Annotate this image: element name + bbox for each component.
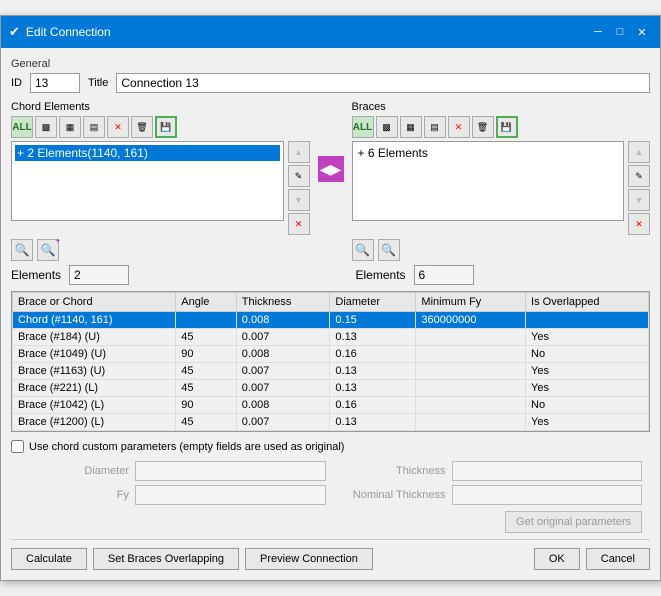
thickness-label: Thickness [336, 465, 446, 477]
chord-edit-button[interactable]: ✎ [288, 165, 310, 187]
calculate-button[interactable]: Calculate [11, 548, 87, 570]
braces-select4-button[interactable]: ✕ [448, 116, 470, 138]
ok-button[interactable]: OK [534, 548, 580, 570]
braces-up-button[interactable]: ▲ [628, 141, 650, 163]
chord-list-item[interactable]: + 2 Elements(1140, 161) [15, 145, 280, 161]
set-braces-button[interactable]: Set Braces Overlapping [93, 548, 239, 570]
cancel-button[interactable]: Cancel [586, 548, 650, 570]
maximize-button[interactable]: □ [610, 22, 630, 42]
fy-input[interactable] [135, 485, 326, 505]
braces-elements-count-input [414, 265, 474, 285]
col-header-diameter: Diameter [330, 293, 416, 312]
braces-down-button[interactable]: ▼ [628, 189, 650, 211]
braces-list-item[interactable]: + 6 Elements [356, 145, 621, 161]
braces-elements-count-label: Elements [356, 268, 406, 282]
chord-search2-button[interactable]: 🔍+ [37, 239, 59, 261]
chord-save-button[interactable]: 💾 [155, 116, 177, 138]
chord-select4-button[interactable]: ✕ [107, 116, 129, 138]
chord-remove-button[interactable]: ✕ [288, 213, 310, 235]
nominal-thickness-input[interactable] [452, 485, 643, 505]
diameter-input[interactable] [135, 461, 326, 481]
table-row[interactable]: Chord (#1140, 161)0.0080.15360000000 [13, 312, 649, 329]
braces-search2-button[interactable]: 🔍 [378, 239, 400, 261]
window-title: Edit Connection [26, 25, 111, 39]
table-row[interactable]: Brace (#221) (L)450.0070.13Yes [13, 380, 649, 397]
chord-up-button[interactable]: ▲ [288, 141, 310, 163]
braces-delete-button[interactable]: 🗑 [472, 116, 494, 138]
chord-elements-count-input [69, 265, 129, 285]
title-input[interactable] [116, 73, 650, 93]
preview-button[interactable]: Preview Connection [245, 548, 373, 570]
chord-select1-button[interactable]: ▩ [35, 116, 57, 138]
braces-search1-button[interactable]: 🔍 [352, 239, 374, 261]
col-header-angle: Angle [176, 293, 237, 312]
diameter-label: Diameter [19, 465, 129, 477]
col-header-thickness: Thickness [236, 293, 330, 312]
table-row[interactable]: Brace (#1049) (U)900.0080.16No [13, 346, 649, 363]
chord-all-button[interactable]: ALL [11, 116, 33, 138]
thickness-input[interactable] [452, 461, 643, 481]
col-header-name: Brace or Chord [13, 293, 176, 312]
braces-edit-button[interactable]: ✎ [628, 165, 650, 187]
fy-label: Fy [19, 489, 129, 501]
close-button[interactable]: ✕ [632, 22, 652, 42]
nominal-thickness-label: Nominal Thickness [336, 489, 446, 501]
transfer-arrow-button[interactable]: ◀▶ [318, 156, 344, 182]
chord-search1-button[interactable]: 🔍 [11, 239, 33, 261]
braces-all-button[interactable]: ALL [352, 116, 374, 138]
col-header-min-fy: Minimum Fy [416, 293, 526, 312]
custom-params-checkbox[interactable] [11, 440, 24, 453]
table-row[interactable]: Brace (#1042) (L)900.0080.16No [13, 397, 649, 414]
get-original-button[interactable]: Get original parameters [505, 511, 642, 533]
id-label: ID [11, 77, 22, 89]
chord-elements-count-label: Elements [11, 268, 61, 282]
general-label: General [11, 58, 650, 70]
braces-label: Braces [352, 101, 651, 113]
braces-select2-button[interactable]: ▦ [400, 116, 422, 138]
table-row[interactable]: Brace (#184) (U)450.0070.13Yes [13, 329, 649, 346]
chord-elements-label: Chord Elements [11, 101, 310, 113]
braces-save-button[interactable]: 💾 [496, 116, 518, 138]
braces-remove-button[interactable]: ✕ [628, 213, 650, 235]
col-header-overlapped: Is Overlapped [526, 293, 649, 312]
id-input[interactable] [30, 73, 80, 93]
chord-select3-button[interactable]: ▤ [83, 116, 105, 138]
chord-delete-button[interactable]: 🗑 [131, 116, 153, 138]
table-row[interactable]: Brace (#1163) (U)450.0070.13Yes [13, 363, 649, 380]
minimize-button[interactable]: ─ [588, 22, 608, 42]
table-row[interactable]: Brace (#1200) (L)450.0070.13Yes [13, 414, 649, 431]
chord-down-button[interactable]: ▼ [288, 189, 310, 211]
braces-select1-button[interactable]: ▩ [376, 116, 398, 138]
custom-params-label: Use chord custom parameters (empty field… [29, 441, 344, 453]
braces-select3-button[interactable]: ▤ [424, 116, 446, 138]
window-icon: ✔ [9, 24, 20, 40]
title-label: Title [88, 77, 108, 89]
chord-select2-button[interactable]: ▦ [59, 116, 81, 138]
